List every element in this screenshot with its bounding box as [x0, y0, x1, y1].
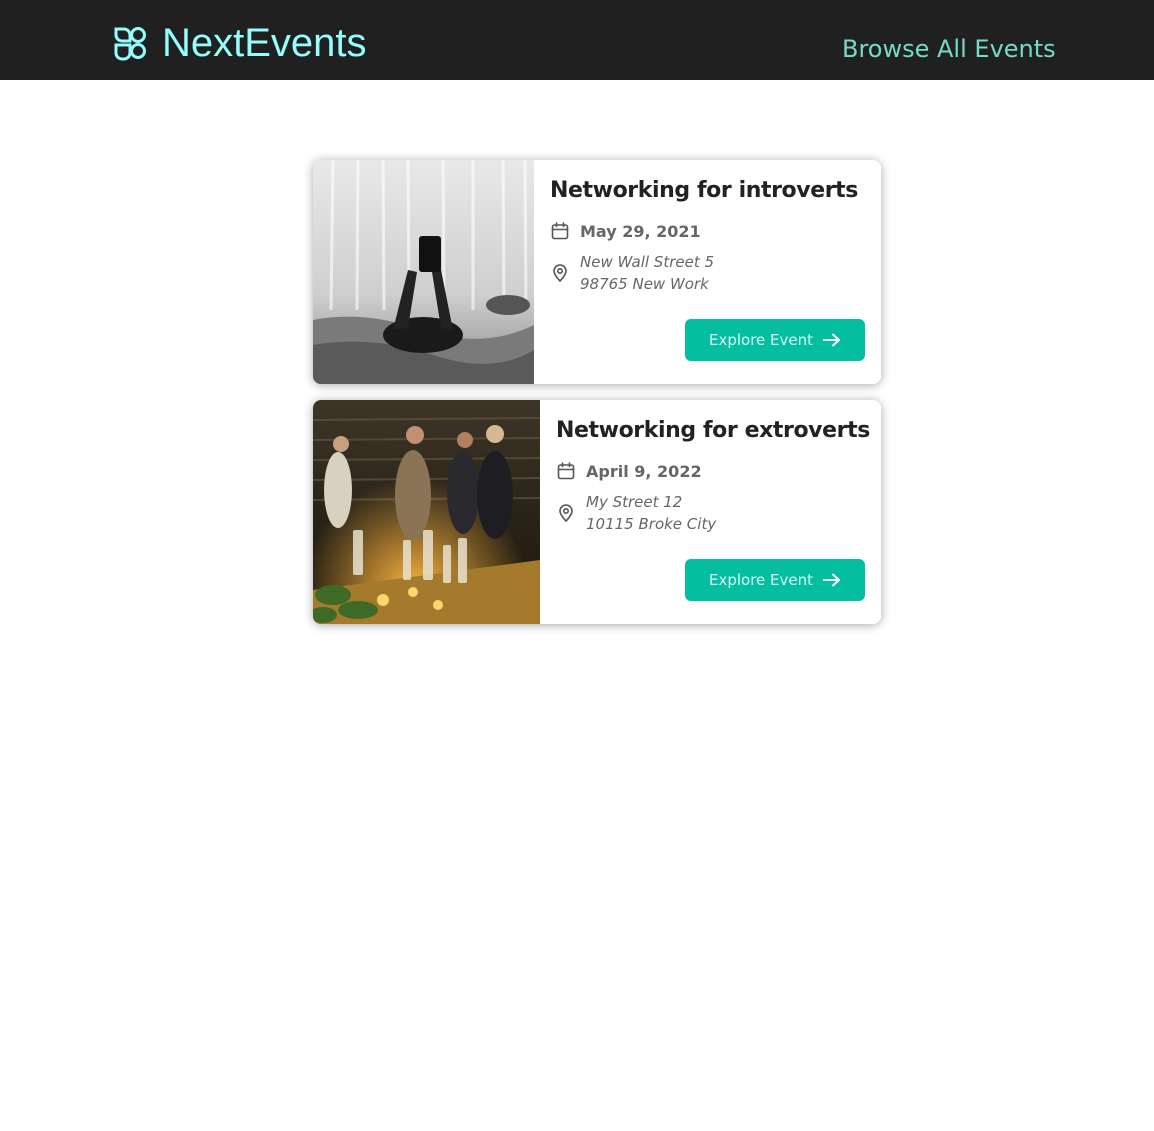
event-card: Networking for introverts May 29, 2021 N… — [313, 160, 881, 384]
address-city: 98765 New Work — [580, 275, 709, 293]
event-date-row: April 9, 2022 — [556, 461, 702, 481]
event-title: Networking for introverts — [550, 178, 858, 203]
site-header: NextEvents Browse All Events — [0, 0, 1154, 80]
arrow-right-icon — [823, 333, 841, 347]
event-photo-extroverts — [313, 400, 540, 624]
event-image — [313, 160, 534, 384]
calendar-icon — [551, 222, 569, 240]
event-card: Networking for extroverts April 9, 2022 — [313, 400, 881, 624]
browse-all-events-link[interactable]: Browse All Events — [842, 32, 1056, 66]
event-date-row: May 29, 2021 — [550, 221, 701, 241]
event-image — [313, 400, 540, 624]
event-address: My Street 12 10115 Broke City — [586, 491, 716, 535]
event-address-row: New Wall Street 5 98765 New Work — [550, 251, 714, 295]
logo-text: NextEvents — [162, 21, 367, 65]
explore-event-button[interactable]: Explore Event — [685, 319, 865, 361]
event-title: Networking for extroverts — [556, 418, 870, 443]
event-date: April 9, 2022 — [586, 461, 702, 481]
event-photo-introverts — [313, 160, 534, 384]
explore-event-button[interactable]: Explore Event — [685, 559, 865, 601]
logo-icon — [114, 27, 146, 61]
calendar-icon — [557, 462, 575, 480]
event-address: New Wall Street 5 98765 New Work — [580, 251, 714, 295]
arrow-right-icon — [823, 573, 841, 587]
event-card-body: Networking for extroverts April 9, 2022 — [540, 400, 881, 624]
location-pin-icon — [553, 264, 567, 283]
event-date: May 29, 2021 — [580, 221, 701, 241]
address-street: New Wall Street 5 — [580, 253, 715, 271]
address-street: My Street 12 — [586, 493, 683, 511]
event-list: Networking for introverts May 29, 2021 N… — [313, 160, 881, 640]
address-city: 10115 Broke City — [586, 515, 717, 533]
explore-event-label: Explore Event — [708, 571, 814, 589]
logo-link[interactable]: NextEvents — [112, 20, 367, 66]
event-card-body: Networking for introverts May 29, 2021 N… — [534, 160, 881, 384]
location-pin-icon — [559, 504, 573, 523]
event-address-row: My Street 12 10115 Broke City — [556, 491, 716, 535]
explore-event-label: Explore Event — [708, 331, 814, 349]
